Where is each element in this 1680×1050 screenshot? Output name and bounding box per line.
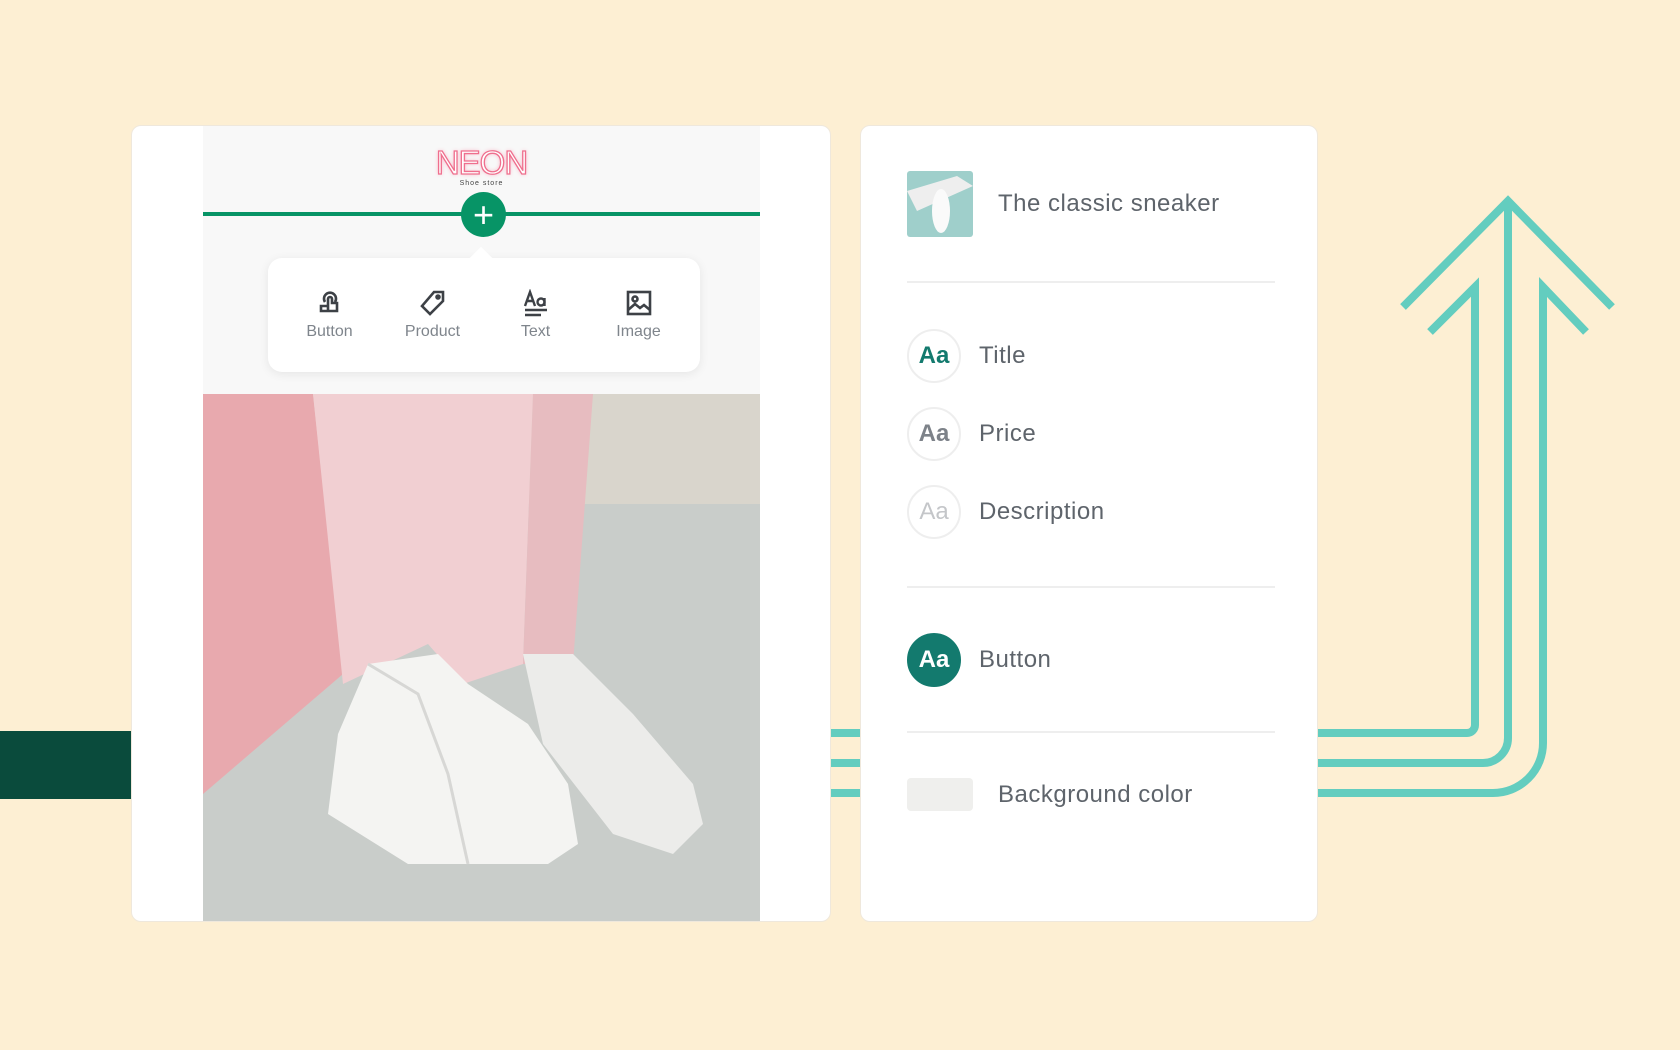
font-style-icon: Aa [907, 633, 961, 687]
store-preview: NEON Shoe store + Button Product Text Im… [203, 126, 760, 921]
product-settings-panel: The classic sneaker Aa Title Aa Price Aa… [860, 125, 1318, 922]
tag-icon [419, 290, 444, 316]
font-style-icon: Aa [907, 485, 961, 539]
add-section-button[interactable]: + [461, 192, 506, 237]
button-style[interactable]: Aa Button [907, 633, 1051, 687]
add-product-item[interactable]: Product [388, 289, 478, 341]
add-button-item[interactable]: Button [285, 289, 375, 341]
text-style-price[interactable]: Aa Price [907, 407, 1036, 461]
background-color-swatch[interactable] [907, 778, 973, 811]
store-logo: NEON Shoe store [435, 143, 529, 187]
text-aa-icon [523, 289, 547, 317]
text-style-description[interactable]: Aa Description [907, 485, 1105, 539]
add-image-item[interactable]: Image [594, 289, 684, 341]
font-style-icon: Aa [907, 407, 961, 461]
divider [907, 281, 1275, 283]
text-style-title[interactable]: Aa Title [907, 329, 1026, 383]
font-style-icon: Aa [907, 329, 961, 383]
plus-icon: + [472, 194, 495, 235]
image-icon [626, 290, 651, 316]
product-thumbnail [907, 171, 973, 237]
divider [907, 731, 1275, 733]
page-editor-card: NEON Shoe store + Button Product Text Im… [131, 125, 831, 922]
divider [907, 586, 1275, 588]
product-title: The classic sneaker [998, 190, 1220, 217]
add-text-item[interactable]: Text [491, 289, 581, 341]
sneaker-photo [203, 394, 760, 921]
add-block-popup: Button Product Text Image [268, 258, 700, 372]
background-color-label: Background color [998, 781, 1193, 808]
tap-hand-icon [319, 291, 338, 313]
